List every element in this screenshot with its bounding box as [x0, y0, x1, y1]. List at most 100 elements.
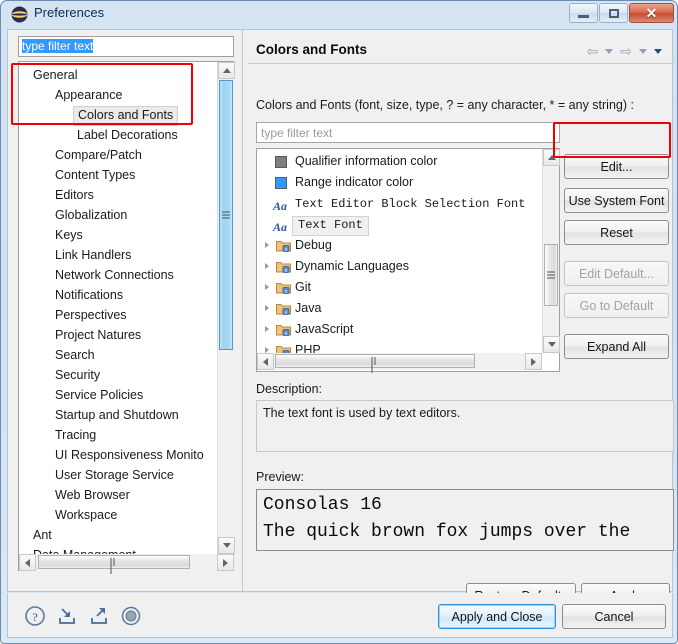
colors-fonts-vertical-scrollbar[interactable] — [542, 149, 560, 353]
expand-all-button-label: Expand All — [586, 339, 647, 354]
scroll-down-button[interactable] — [543, 336, 560, 353]
scroll-down-button[interactable] — [218, 537, 235, 554]
record-circle-icon[interactable] — [120, 605, 142, 627]
sidebar-item-label-decorations[interactable]: Label Decorations — [19, 125, 203, 145]
sidebar-item-tracing[interactable]: Tracing — [19, 425, 203, 445]
sidebar-item-content-types[interactable]: Content Types — [19, 165, 203, 185]
sidebar-item-user-storage-service[interactable]: User Storage Service — [19, 465, 203, 485]
sidebar-item-search[interactable]: Search — [19, 345, 203, 365]
sidebar-item-notifications[interactable]: Notifications — [19, 285, 203, 305]
triangle-left-icon — [263, 357, 268, 366]
tree-collapsed-arrow-icon[interactable] — [265, 305, 269, 311]
sidebar-item-editors[interactable]: Editors — [19, 185, 203, 205]
sidebar-item-project-natures[interactable]: Project Natures — [19, 325, 203, 345]
svg-text:a: a — [285, 289, 288, 294]
back-history-chevron-down-icon[interactable] — [605, 48, 614, 54]
scroll-left-button[interactable] — [19, 554, 36, 571]
help-question-icon[interactable]: ? — [24, 605, 46, 627]
sidebar-scroll-thumb[interactable] — [219, 80, 233, 350]
page-menu-chevron-down-icon[interactable] — [654, 48, 662, 54]
sidebar-item-workspace[interactable]: Workspace — [19, 505, 203, 525]
use-system-font-button[interactable]: Use System Font — [564, 188, 669, 213]
sidebar-vertical-scrollbar[interactable] — [217, 62, 235, 554]
close-button[interactable]: ✕ — [629, 3, 674, 23]
colors-fonts-item-javascript[interactable]: a JavaScript — [257, 319, 527, 340]
sidebar-item-label: Editors — [55, 188, 94, 202]
sidebar-item-perspectives[interactable]: Perspectives — [19, 305, 203, 325]
colors-fonts-item-java[interactable]: a Java — [257, 298, 527, 319]
sidebar-item-general[interactable]: General — [19, 65, 203, 85]
svg-text:a: a — [285, 247, 288, 252]
colors-fonts-horizontal-scrollbar[interactable] — [257, 353, 542, 373]
window-controls: ✕ — [569, 3, 674, 23]
sidebar-item-service-policies[interactable]: Service Policies — [19, 385, 203, 405]
folder-icon: a — [276, 304, 291, 315]
sidebar-item-startup-and-shutdown[interactable]: Startup and Shutdown — [19, 405, 203, 425]
preview-line-1: Consolas 16 — [263, 495, 382, 515]
sidebar-item-label: General — [33, 68, 78, 82]
tree-collapsed-arrow-icon[interactable] — [265, 263, 269, 269]
sidebar-horizontal-scrollbar[interactable] — [19, 554, 234, 574]
tree-collapsed-arrow-icon[interactable] — [265, 284, 269, 290]
colors-fonts-item-dynamic-languages[interactable]: a Dynamic Languages — [257, 256, 527, 277]
colors-fonts-item-range-indicator-color[interactable]: Range indicator color — [257, 172, 527, 193]
scroll-up-button[interactable] — [543, 149, 560, 166]
footer-icon-group: ? — [24, 605, 142, 627]
edit-button-label: Edit... — [600, 159, 633, 174]
sidebar-item-label: Compare/Patch — [55, 148, 142, 162]
sidebar-item-colors-and-fonts[interactable]: Colors and Fonts — [19, 105, 203, 126]
colors-fonts-hscroll-thumb[interactable] — [275, 354, 475, 373]
sidebar-item-keys[interactable]: Keys — [19, 225, 203, 245]
scroll-left-button[interactable] — [257, 353, 274, 370]
forward-history-chevron-down-icon[interactable] — [639, 48, 647, 54]
colors-fonts-item-label: Java — [295, 301, 322, 315]
tree-collapsed-arrow-icon[interactable] — [265, 326, 269, 332]
expand-all-button[interactable]: Expand All — [564, 334, 669, 359]
sidebar-item-ant[interactable]: Ant — [19, 525, 203, 545]
sidebar-item-label: Keys — [55, 228, 83, 242]
sidebar-item-security[interactable]: Security — [19, 365, 203, 385]
import-arrow-icon[interactable] — [56, 605, 78, 627]
sidebar-item-compare-patch[interactable]: Compare/Patch — [19, 145, 203, 165]
sidebar-item-link-handlers[interactable]: Link Handlers — [19, 245, 203, 265]
sidebar-item-appearance[interactable]: Appearance — [19, 85, 203, 105]
arrow-right-icon[interactable]: ⇨ — [620, 44, 632, 58]
sidebar-hscroll-thumb[interactable] — [38, 555, 190, 574]
sidebar-item-network-connections[interactable]: Network Connections — [19, 265, 203, 285]
colors-fonts-item-git[interactable]: a Git — [257, 277, 527, 298]
colors-fonts-item-text-font[interactable]: Aa Text Font — [257, 214, 527, 236]
scroll-up-button[interactable] — [218, 62, 235, 79]
reset-button[interactable]: Reset — [564, 220, 669, 245]
color-swatch-icon — [275, 156, 287, 168]
sidebar-filter-input[interactable]: type filter text — [18, 36, 234, 57]
triangle-left-icon — [25, 558, 30, 567]
preference-tree[interactable]: General Appearance Colors and Fonts Label D… — [18, 61, 234, 571]
colors-fonts-item-text-editor-block-selection-font[interactable]: Aa Text Editor Block Selection Font — [257, 193, 527, 214]
colors-fonts-tree[interactable]: Qualifier information color Range indicat… — [256, 148, 560, 372]
sidebar-item-ui-responsiveness-monito[interactable]: UI Responsiveness Monito — [19, 445, 204, 465]
export-arrow-icon[interactable] — [88, 605, 110, 627]
apply-and-close-button[interactable]: Apply and Close — [438, 604, 556, 629]
sidebar-item-label: Web Browser — [55, 488, 130, 502]
colors-fonts-item-debug[interactable]: a Debug — [257, 235, 527, 256]
colors-fonts-scroll-thumb[interactable] — [544, 244, 558, 306]
triangle-right-icon — [531, 357, 536, 366]
tree-collapsed-arrow-icon[interactable] — [265, 242, 269, 248]
colors-fonts-item-label: Text Font — [292, 216, 369, 236]
edit-button[interactable]: Edit... — [564, 154, 669, 179]
arrow-left-icon[interactable]: ⇦ — [587, 44, 599, 58]
cancel-button[interactable]: Cancel — [562, 604, 666, 629]
restore-button[interactable] — [599, 3, 628, 23]
colors-fonts-item-label: Text Editor Block Selection Font — [295, 197, 526, 211]
sidebar-item-globalization[interactable]: Globalization — [19, 205, 203, 225]
scroll-right-button[interactable] — [217, 554, 234, 571]
colors-fonts-item-qualifier-information-color[interactable]: Qualifier information color — [257, 151, 527, 172]
folder-icon: a — [276, 262, 291, 273]
sidebar-item-web-browser[interactable]: Web Browser — [19, 485, 203, 505]
colors-fonts-filter-input[interactable]: type filter text — [256, 122, 560, 143]
minimize-button[interactable] — [569, 3, 598, 23]
sidebar-item-label: Workspace — [55, 508, 118, 522]
close-icon: ✕ — [645, 5, 658, 21]
scroll-right-button[interactable] — [525, 353, 542, 370]
colors-fonts-item-label: Dynamic Languages — [295, 259, 409, 273]
